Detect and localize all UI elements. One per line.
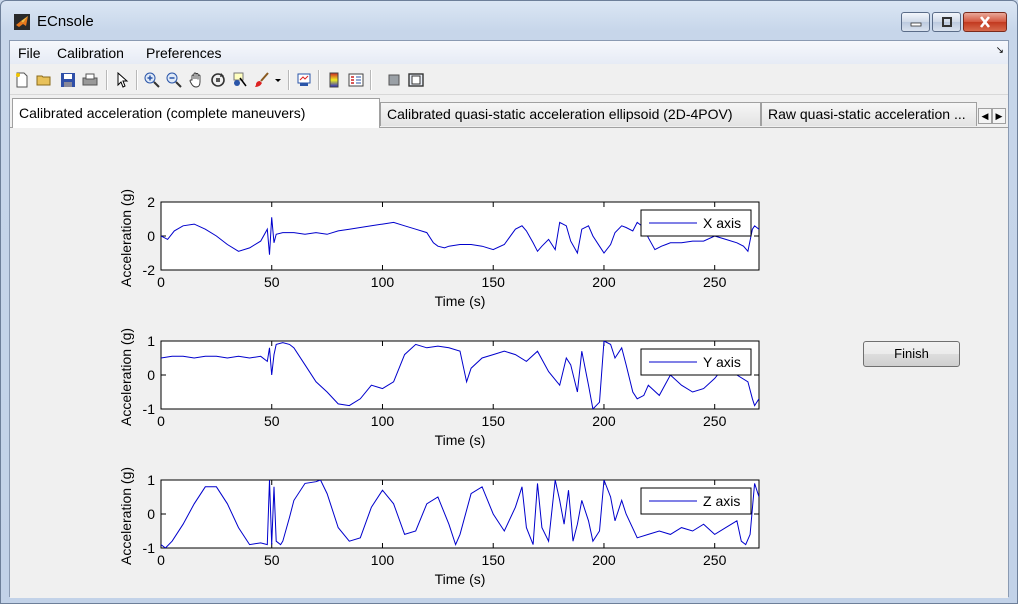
restore-button[interactable] [932, 12, 961, 32]
y-tick-label: 1 [147, 472, 155, 488]
y-tick-label: 0 [147, 228, 155, 244]
x-tick-label: 50 [264, 552, 280, 568]
y-axis-label: Acceleration (g) [118, 467, 134, 565]
matlab-logo-icon [14, 14, 30, 30]
x-tick-label: 250 [703, 413, 727, 429]
y-tick-label: 2 [147, 194, 155, 210]
menu-preferences[interactable]: Preferences [146, 45, 221, 61]
x-tick-label: 150 [482, 413, 506, 429]
x-tick-label: 0 [157, 274, 165, 290]
minimize-icon [910, 22, 921, 27]
zoom-in-icon[interactable] [144, 72, 160, 88]
legend[interactable]: X axis [640, 209, 752, 237]
new-file-icon[interactable] [14, 72, 30, 88]
x-tick-label: 100 [371, 274, 395, 290]
link-plot-icon[interactable] [296, 72, 312, 88]
close-button[interactable] [963, 12, 1007, 32]
x-tick-label: 250 [703, 552, 727, 568]
menu-bar: File Calibration Preferences ↘ [10, 41, 1008, 64]
x-tick-label: 200 [592, 552, 616, 568]
legend-icon[interactable] [348, 72, 364, 88]
y-axis-label: Acceleration (g) [118, 189, 134, 287]
x-tick-label: 50 [264, 413, 280, 429]
menu-dock-arrow-icon[interactable]: ↘ [996, 45, 1004, 56]
tab-panel: 0 50 100 150 200 250 -2 0 2 X axis Time (s) Acceler… [10, 127, 1008, 598]
chart-svg: 0 50 100 150 200 250-101Y axisTime (s)Acceler… [118, 328, 760, 448]
rotate-3d-icon[interactable] [210, 72, 226, 88]
colorbar-icon[interactable] [326, 72, 342, 88]
x-tick-label: 100 [371, 552, 395, 568]
tab-calibrated-acceleration[interactable]: Calibrated acceleration (complete maneuv… [12, 98, 380, 128]
menu-file[interactable]: File [18, 45, 41, 61]
window-title: ECnsole [37, 13, 94, 30]
finish-button[interactable]: Finish [863, 341, 960, 367]
tab-scroll-left-button[interactable]: ◀ [978, 108, 992, 124]
x-tick-label: 150 [482, 274, 506, 290]
chevron-right-icon: ▶ [995, 111, 1003, 121]
y-tick-label: -2 [143, 262, 156, 278]
open-folder-icon[interactable] [36, 72, 52, 88]
x-axis-label: Time (s) [435, 571, 486, 587]
print-icon[interactable] [82, 72, 98, 88]
y-tick-label: 0 [147, 506, 155, 522]
x-tick-label: 200 [592, 274, 616, 290]
restore-icon [941, 17, 952, 27]
title-bar[interactable]: ECnsole [1, 1, 1017, 39]
y-axis-label: Acceleration (g) [118, 328, 134, 426]
data-cursor-icon[interactable] [232, 72, 248, 88]
legend-label: Z axis [703, 493, 740, 509]
y-tick-label: -1 [143, 540, 156, 556]
hide-plot-tools-icon[interactable] [386, 72, 402, 88]
brush-icon[interactable] [254, 72, 270, 88]
chevron-left-icon: ◀ [981, 111, 989, 121]
brush-dropdown-icon[interactable] [274, 72, 282, 88]
chart-svg: 0 50 100 150 200 250-101Z axisTime (s)Acceler… [118, 467, 760, 587]
x-axis-label: Time (s) [435, 432, 486, 448]
y-tick-label: 1 [147, 333, 155, 349]
x-tick-label: 250 [703, 274, 727, 290]
legend[interactable]: Z axis [640, 487, 752, 515]
x-tick-label: 150 [482, 552, 506, 568]
tab-raw-quasi-static[interactable]: Raw quasi-static acceleration ... [761, 102, 977, 126]
y-tick-label: -1 [143, 401, 156, 417]
show-plot-tools-icon[interactable] [408, 72, 424, 88]
y-axis-plot[interactable]: 0 50 100 150 200 250 -1 0 1 Y axis Time (s) Acceler… [118, 328, 760, 459]
minimize-button[interactable] [901, 12, 930, 32]
client-area: File Calibration Preferences ↘ Calibrate… [9, 40, 1009, 598]
legend[interactable]: Y axis [640, 348, 752, 376]
x-axis-label: Time (s) [435, 293, 486, 309]
save-icon[interactable] [60, 72, 76, 88]
legend-label: Y axis [703, 354, 741, 370]
z-axis-plot[interactable]: 0 50 100 150 200 250 -1 0 1 Z axis Time (s) Acceler… [118, 467, 760, 598]
chart-svg: 0 50 100 150 200 250-202X axisTime (s)Acceler… [118, 189, 760, 309]
y-tick-label: 0 [147, 367, 155, 383]
toolbar [10, 66, 1008, 95]
application-window: ECnsole File Calibration Preferences ↘ C… [0, 0, 1018, 604]
x-tick-label: 50 [264, 274, 280, 290]
pan-hand-icon[interactable] [188, 72, 204, 88]
x-tick-label: 0 [157, 413, 165, 429]
x-tick-label: 0 [157, 552, 165, 568]
x-tick-label: 200 [592, 413, 616, 429]
menu-calibration[interactable]: Calibration [57, 45, 124, 61]
pointer-icon[interactable] [114, 72, 130, 88]
legend-label: X axis [703, 215, 741, 231]
zoom-out-icon[interactable] [166, 72, 182, 88]
x-tick-label: 100 [371, 413, 395, 429]
tab-scroll-right-button[interactable]: ▶ [992, 108, 1006, 124]
tab-strip: Calibrated acceleration (complete maneuv… [10, 98, 1008, 128]
tab-quasi-static-ellipsoid[interactable]: Calibrated quasi-static acceleration ell… [380, 102, 761, 126]
close-icon [979, 16, 991, 28]
x-axis-plot[interactable]: 0 50 100 150 200 250 -2 0 2 X axis Time (s) Acceler… [118, 189, 760, 320]
